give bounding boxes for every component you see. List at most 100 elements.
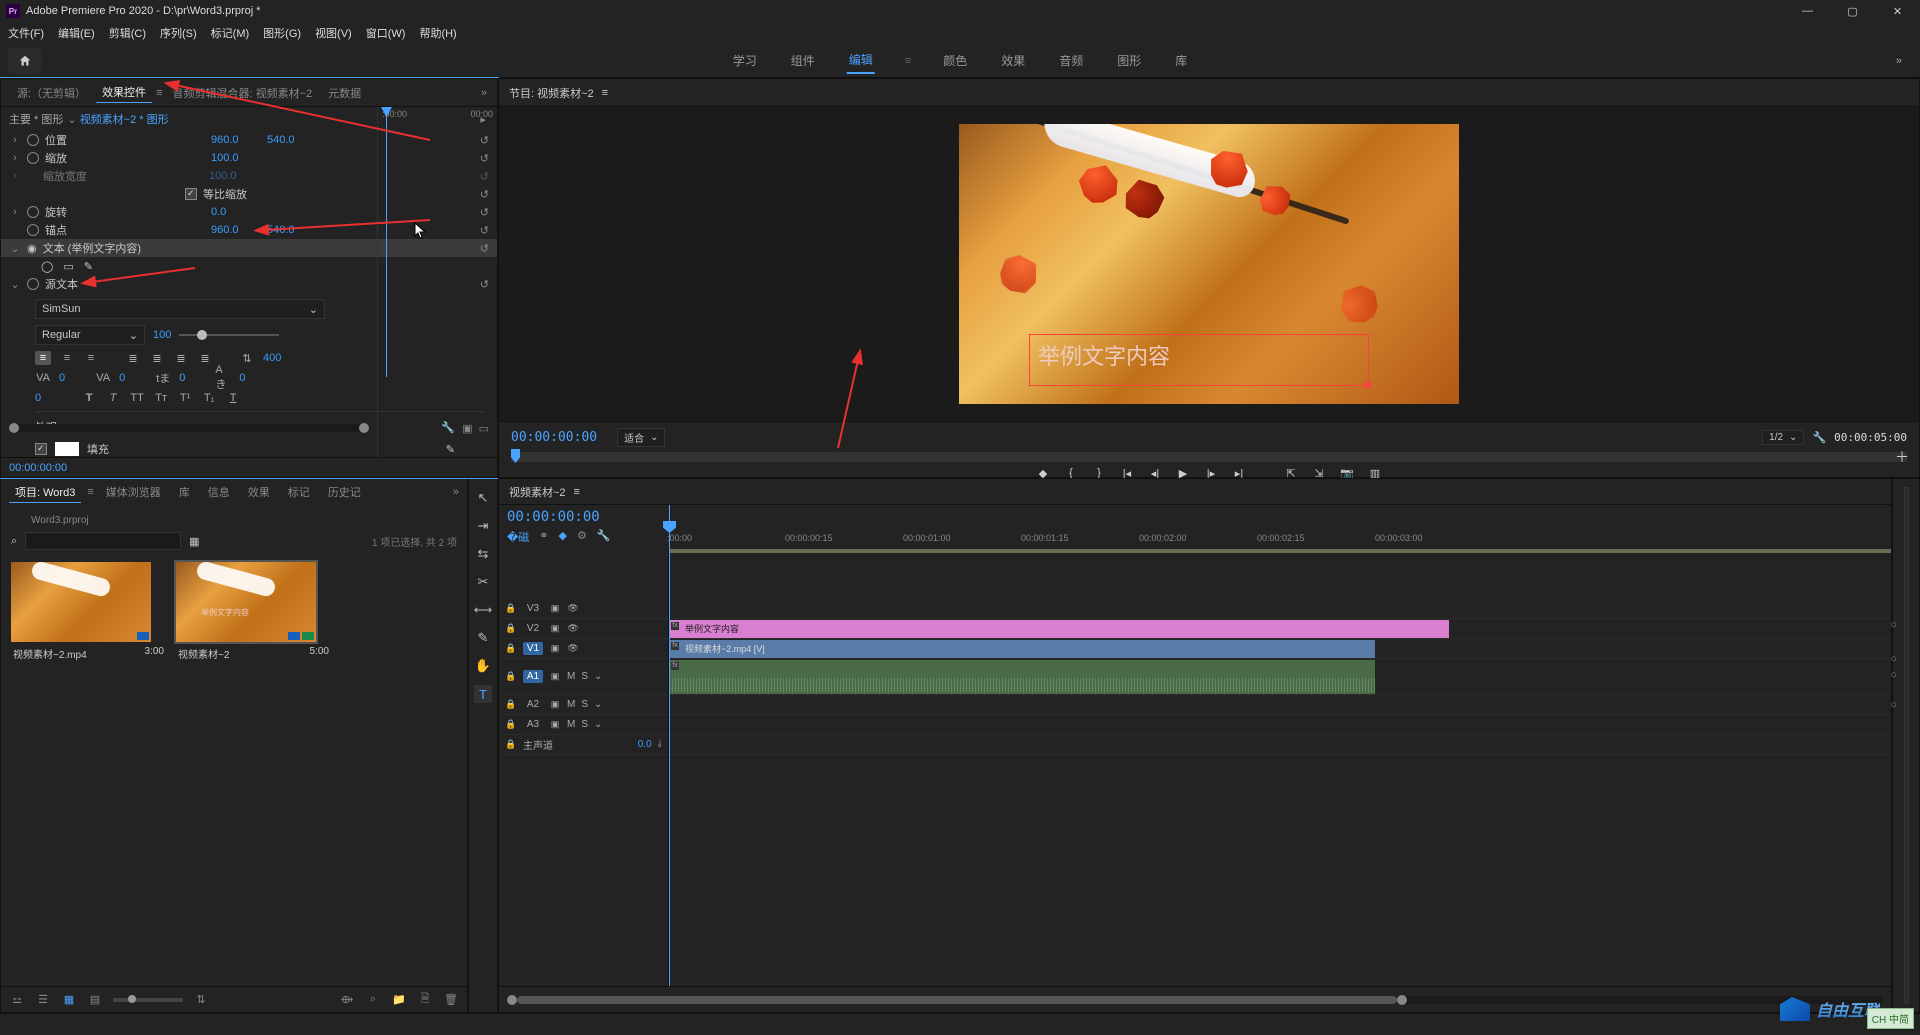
new-bin-icon[interactable]: 📁: [391, 993, 407, 1007]
ec-twirl[interactable]: ›: [9, 152, 21, 164]
close-button[interactable]: ✕: [1875, 0, 1920, 22]
list-view-icon[interactable]: ☰: [35, 993, 51, 1007]
workspace-color[interactable]: 颜色: [941, 48, 969, 73]
add-marker-icon[interactable]: ◆: [559, 529, 567, 545]
ec-sequence-label[interactable]: 视频素材~2 * 图形: [80, 111, 169, 127]
ec-twirl[interactable]: ⌄: [9, 278, 21, 291]
track-header-a1[interactable]: 🔒A1▣MS⌄: [499, 659, 668, 695]
ec-timecode[interactable]: 00:00:00:00: [9, 462, 67, 474]
timeline-sequence-tab[interactable]: 视频素材~2: [509, 484, 566, 500]
mask-ellipse-icon[interactable]: ◯: [41, 260, 53, 273]
pen-tool-icon[interactable]: ✎: [474, 629, 492, 647]
clip-audio[interactable]: fx: [669, 660, 1375, 694]
tab-effects[interactable]: 效果: [242, 482, 276, 502]
track-header-a2[interactable]: 🔒A2▣MS⌄: [499, 695, 668, 715]
tab-libraries[interactable]: 库: [173, 482, 196, 502]
program-fit-dropdown[interactable]: 适合⌄: [617, 428, 665, 447]
find-icon[interactable]: ⌕: [365, 993, 381, 1007]
tab-menu-icon[interactable]: ≡: [87, 486, 93, 498]
linked-selection-icon[interactable]: ⚭: [539, 529, 548, 545]
tracking-value[interactable]: 0: [59, 372, 65, 384]
tab-menu-icon[interactable]: ≡: [156, 87, 162, 99]
timeline-ruler[interactable]: :00:00 00:00:00:15 00:00:01:00 00:00:01:…: [669, 505, 1891, 549]
track-header-master[interactable]: 🔒主声道0.0⫰: [499, 735, 668, 755]
program-timecode-left[interactable]: 00:00:00:00: [511, 430, 597, 445]
stopwatch-icon[interactable]: [27, 224, 39, 236]
menu-edit[interactable]: 编辑(E): [58, 25, 95, 41]
ec-hscroll[interactable]: [9, 424, 369, 432]
menu-graphics[interactable]: 图形(G): [263, 25, 301, 41]
thumbnail-size-slider[interactable]: [113, 998, 183, 1002]
prop-scale-value[interactable]: 100.0: [211, 152, 261, 164]
tsume-value[interactable]: 0: [179, 372, 185, 384]
timeline-playhead[interactable]: [669, 505, 670, 986]
font-family-dropdown[interactable]: SimSun⌄: [35, 299, 325, 319]
timeline-track-area[interactable]: fx举例文字内容 fx视频素材~2.mp4 [V] fx ○ ○ ○ ○: [669, 549, 1891, 986]
baseline-value[interactable]: 0: [239, 372, 245, 384]
tab-markers[interactable]: 标记: [282, 482, 316, 502]
menu-file[interactable]: 文件(F): [8, 25, 44, 41]
eye-icon[interactable]: ◉: [27, 242, 37, 255]
project-writable-icon[interactable]: ⚍: [9, 993, 25, 1007]
new-item-icon[interactable]: 🗎: [417, 993, 433, 1007]
razor-tool-icon[interactable]: ✂: [474, 573, 492, 591]
ec-twirl[interactable]: ›: [9, 206, 21, 218]
tab-project[interactable]: 项目: Word3: [9, 482, 81, 503]
ec-twirl[interactable]: ›: [9, 134, 21, 146]
selection-tool-icon[interactable]: ↖: [474, 489, 492, 507]
style-subscript-icon[interactable]: T₁: [201, 391, 217, 405]
program-resolution-dropdown[interactable]: 1/2⌄: [1762, 430, 1804, 445]
project-item[interactable]: 视频素材~2.mp43:00: [11, 562, 166, 665]
sort-icon[interactable]: ⇅: [193, 993, 209, 1007]
ime-indicator[interactable]: CH 中简: [1867, 1008, 1914, 1029]
kerning-value[interactable]: 0: [119, 372, 125, 384]
justify-center-icon[interactable]: ≣: [149, 351, 165, 365]
justify-full-icon[interactable]: ≣: [197, 351, 213, 365]
workspace-assembly[interactable]: 组件: [789, 48, 817, 73]
font-weight-dropdown[interactable]: Regular⌄: [35, 325, 145, 345]
menu-sequence[interactable]: 序列(S): [160, 25, 197, 41]
prop-anchor-y[interactable]: 540.0: [267, 224, 317, 236]
ec-playhead[interactable]: [386, 107, 387, 377]
style-underline-icon[interactable]: T: [225, 391, 241, 405]
prop-position-y[interactable]: 540.0: [267, 134, 317, 146]
prop-rotation-value[interactable]: 0.0: [211, 206, 261, 218]
tab-history[interactable]: 历史记: [322, 482, 367, 502]
stopwatch-icon[interactable]: [27, 152, 39, 164]
align-left-icon[interactable]: ≡: [35, 351, 51, 365]
home-button[interactable]: [8, 48, 42, 74]
clip-graphic[interactable]: fx举例文字内容: [669, 620, 1449, 638]
track-header-a3[interactable]: 🔒A3▣MS⌄: [499, 715, 668, 735]
minimize-button[interactable]: —: [1785, 0, 1830, 22]
track-header-v3[interactable]: 🔒V3▣👁: [499, 599, 668, 619]
tab-info[interactable]: 信息: [202, 482, 236, 502]
program-tab[interactable]: 节目: 视频素材~2: [509, 85, 594, 101]
tab-media-browser[interactable]: 媒体浏览器: [100, 482, 167, 502]
style-italic-icon[interactable]: T: [105, 391, 121, 405]
style-bold-icon[interactable]: T: [81, 391, 97, 405]
track-header-v1[interactable]: 🔒V1▣👁: [499, 639, 668, 659]
snap-icon[interactable]: �磁: [507, 529, 529, 545]
timeline-timecode[interactable]: 00:00:00:00: [507, 509, 661, 525]
ec-twirl[interactable]: ⌄: [9, 242, 21, 255]
search-icon[interactable]: ⌕: [11, 535, 17, 548]
ripple-edit-tool-icon[interactable]: ⇆: [474, 545, 492, 563]
tab-overflow-icon[interactable]: »: [453, 486, 459, 498]
prop-anchor-x[interactable]: 960.0: [211, 224, 261, 236]
slip-tool-icon[interactable]: ⟷: [474, 601, 492, 619]
program-playhead[interactable]: [511, 449, 520, 463]
wrench-icon[interactable]: 🔧: [1812, 431, 1826, 444]
workspace-graphics[interactable]: 图形: [1115, 48, 1143, 73]
maximize-button[interactable]: ▢: [1830, 0, 1875, 22]
style-smallcaps-icon[interactable]: Tᴛ: [153, 391, 169, 405]
workspace-audio[interactable]: 音频: [1057, 48, 1085, 73]
menu-help[interactable]: 帮助(H): [419, 25, 456, 41]
timeline-tab-menu-icon[interactable]: ≡: [574, 486, 580, 498]
workspace-effects[interactable]: 效果: [999, 48, 1027, 73]
fill-checkbox[interactable]: [35, 443, 47, 455]
indent-value[interactable]: 0: [35, 392, 41, 404]
hand-tool-icon[interactable]: ✋: [474, 657, 492, 675]
menu-window[interactable]: 窗口(W): [366, 25, 406, 41]
menu-marker[interactable]: 标记(M): [211, 25, 250, 41]
stopwatch-icon[interactable]: [27, 134, 39, 146]
